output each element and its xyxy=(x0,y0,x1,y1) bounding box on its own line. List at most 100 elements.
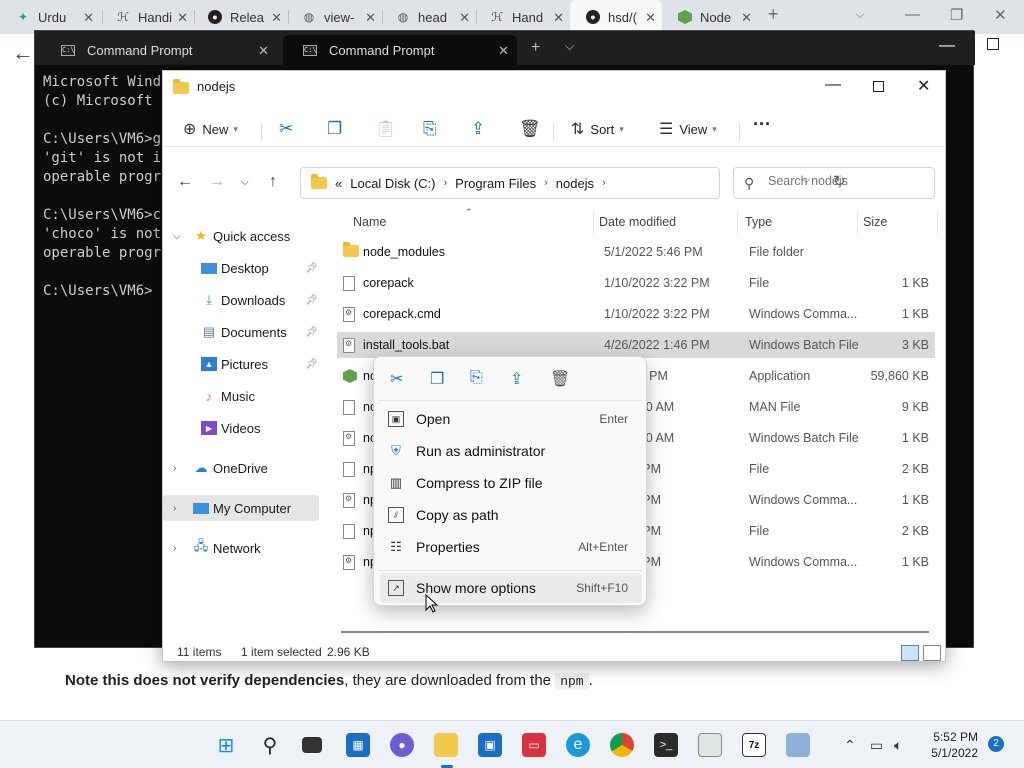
close-window-icon[interactable]: ✕ xyxy=(994,6,1007,24)
new-tab-icon[interactable]: + xyxy=(531,39,540,57)
browser-tab[interactable]: ● Relea ✕ xyxy=(192,0,288,34)
nav-item-music[interactable]: ♪ Music xyxy=(163,383,319,409)
breadcrumb-local-disk[interactable]: Local Disk (C:) xyxy=(350,176,435,191)
browser-tab[interactable]: ℋ Hand ✕ xyxy=(474,0,570,34)
browser-tab-active[interactable]: ● hsd/( ✕ xyxy=(570,0,662,34)
nav-item-documents[interactable]: ▤ Documents 📌︎ xyxy=(163,319,319,345)
context-item-copy-path[interactable]: ⫽ Copy as path xyxy=(380,500,642,530)
context-item-open[interactable]: ▣ Open Enter xyxy=(380,404,642,434)
details-view-icon[interactable] xyxy=(901,645,919,661)
file-explorer-icon[interactable] xyxy=(434,733,458,757)
context-item-compress[interactable]: ▥ Compress to ZIP file xyxy=(380,468,642,498)
chevron-down-icon[interactable]: ⌵ xyxy=(856,9,864,22)
nav-quick-access[interactable]: ⌵ ★ Quick access xyxy=(163,223,319,249)
close-icon[interactable]: ✕ xyxy=(645,10,656,26)
cut-icon[interactable]: ✂ xyxy=(279,119,293,139)
search-input[interactable] xyxy=(768,174,928,188)
file-row[interactable]: corepack.cmd 1/10/2022 3:22 PM Windows Com… xyxy=(337,301,935,327)
nav-item-desktop[interactable]: Desktop 📌︎ xyxy=(163,255,319,281)
nav-onedrive[interactable]: › ☁ OneDrive xyxy=(163,455,319,481)
share-icon[interactable]: ⇪ xyxy=(510,369,523,389)
close-icon[interactable]: ✕ xyxy=(498,43,509,59)
terminal-tab-active[interactable]: C:\ Command Prompt ✕ xyxy=(283,35,517,65)
7zip-icon[interactable]: 7z xyxy=(742,733,766,757)
store-icon[interactable]: ▣ xyxy=(478,733,502,757)
address-bar[interactable]: « Local Disk (C:) › Program Files › node… xyxy=(300,167,846,199)
delete-icon[interactable]: 🗑︎ xyxy=(519,119,541,139)
new-button[interactable]: ⊕ New ▾ xyxy=(183,119,238,139)
clock[interactable]: 5:52 PM 5/1/2022 xyxy=(924,729,978,761)
notepad-icon[interactable] xyxy=(698,733,722,757)
close-icon[interactable]: ✕ xyxy=(553,10,564,26)
search-box[interactable]: ⚲ xyxy=(733,167,935,199)
breadcrumb-nodejs[interactable]: nodejs xyxy=(556,176,594,191)
chevron-right-icon[interactable]: › xyxy=(173,503,176,514)
back-arrow-icon[interactable]: ← xyxy=(177,173,193,191)
browser-tab[interactable]: ◍ view- ✕ xyxy=(286,0,382,34)
chevron-down-icon[interactable]: ⌵ xyxy=(173,231,181,242)
copy-icon[interactable]: ❐ xyxy=(430,369,444,389)
more-options-icon[interactable]: ··· xyxy=(753,114,771,135)
recent-chevron-icon[interactable]: ⌵ xyxy=(241,177,249,188)
copy-icon[interactable]: ❐ xyxy=(327,119,342,139)
nav-item-downloads[interactable]: ⤓ Downloads 📌︎ xyxy=(163,287,319,313)
close-icon[interactable]: ✕ xyxy=(177,10,188,26)
chevron-right-icon[interactable]: › xyxy=(173,543,176,554)
file-row[interactable]: corepack 1/10/2022 3:22 PM File 1 KB xyxy=(337,270,935,296)
delete-icon[interactable]: 🗑︎ xyxy=(550,369,570,389)
chevron-up-icon[interactable]: ⌃ xyxy=(844,737,856,754)
column-header-name[interactable]: Name xyxy=(353,215,386,229)
edge-icon[interactable]: e xyxy=(566,733,590,757)
chat-icon[interactable]: ● xyxy=(390,733,414,757)
search-icon[interactable]: ⚲ xyxy=(258,733,282,757)
close-icon[interactable]: ✕ xyxy=(258,43,269,59)
column-header-type[interactable]: Type xyxy=(745,215,772,229)
view-button[interactable]: ☰ View ▾ xyxy=(659,119,717,139)
close-icon[interactable]: ✕ xyxy=(741,10,752,26)
paste-icon[interactable]: 📋︎ xyxy=(375,119,397,139)
network-status-icon[interactable]: ▭ xyxy=(870,737,883,754)
widgets-icon[interactable]: ▦ xyxy=(346,733,370,757)
column-header-date[interactable]: Date modified xyxy=(599,215,676,229)
chevron-right-icon[interactable]: › xyxy=(602,177,606,189)
restore-icon[interactable]: ❐ xyxy=(950,6,963,24)
tiles-view-icon[interactable] xyxy=(923,645,941,661)
minimize-icon[interactable]: — xyxy=(905,6,920,23)
context-item-properties[interactable]: ☷ Properties Alt+Enter xyxy=(380,532,642,562)
windows-start-icon[interactable]: ⊞ xyxy=(214,733,238,757)
share-icon[interactable]: ⇪ xyxy=(471,119,485,139)
context-item-show-more[interactable]: ↗ Show more options Shift+F10 xyxy=(380,573,642,603)
volume-icon[interactable]: 🔈︎ xyxy=(894,737,902,754)
minimize-icon[interactable]: — xyxy=(825,76,841,94)
terminal-output[interactable]: Microsoft Wind (c) Microsoft C:\Users\VM6>… xyxy=(43,73,161,301)
rename-icon[interactable]: ⎘ xyxy=(470,369,483,387)
breadcrumb-overflow[interactable]: « xyxy=(335,176,342,191)
browser-tab[interactable]: ◍ head ✕ xyxy=(380,0,476,34)
rename-icon[interactable]: ⎘ xyxy=(423,119,437,139)
cut-icon[interactable]: ✂ xyxy=(390,369,403,389)
new-tab-icon[interactable]: + xyxy=(768,4,779,25)
close-icon[interactable]: ✕ xyxy=(459,10,470,26)
back-arrow-icon[interactable]: ← xyxy=(12,40,34,66)
nav-item-videos[interactable]: ▶ Videos xyxy=(163,415,319,441)
notification-badge[interactable]: 2 xyxy=(988,736,1004,752)
chevron-right-icon[interactable]: › xyxy=(443,177,447,189)
context-item-run-as-admin[interactable]: ⛨ Run as administrator xyxy=(380,436,642,466)
close-icon[interactable]: ✕ xyxy=(83,10,94,26)
close-icon[interactable]: ✕ xyxy=(271,10,282,26)
maximize-icon[interactable] xyxy=(873,81,884,92)
chrome-icon[interactable] xyxy=(610,733,634,757)
file-row[interactable]: install_tools.bat 4/26/2022 1:46 PM Window… xyxy=(337,332,935,358)
browser-tab[interactable]: Node ✕ xyxy=(662,0,758,34)
chevron-down-icon[interactable]: ⌵ xyxy=(565,39,574,54)
forward-arrow-icon[interactable]: → xyxy=(209,173,225,191)
chevron-right-icon[interactable]: › xyxy=(544,177,548,189)
file-row[interactable]: node_modules 5/1/2022 5:46 PM File folder xyxy=(337,239,935,265)
terminal-tab[interactable]: C:\ Command Prompt ✕ xyxy=(41,35,277,65)
sort-button[interactable]: ⇅ Sort ▾ xyxy=(571,119,624,139)
minimize-icon[interactable]: — xyxy=(939,37,955,55)
task-view-icon[interactable] xyxy=(302,737,322,753)
nav-item-pictures[interactable]: ▲ Pictures 📌︎ xyxy=(163,351,319,377)
app-icon[interactable]: ▭ xyxy=(522,733,546,757)
browser-tab[interactable]: ✦ Urdu ✕ xyxy=(0,0,100,34)
